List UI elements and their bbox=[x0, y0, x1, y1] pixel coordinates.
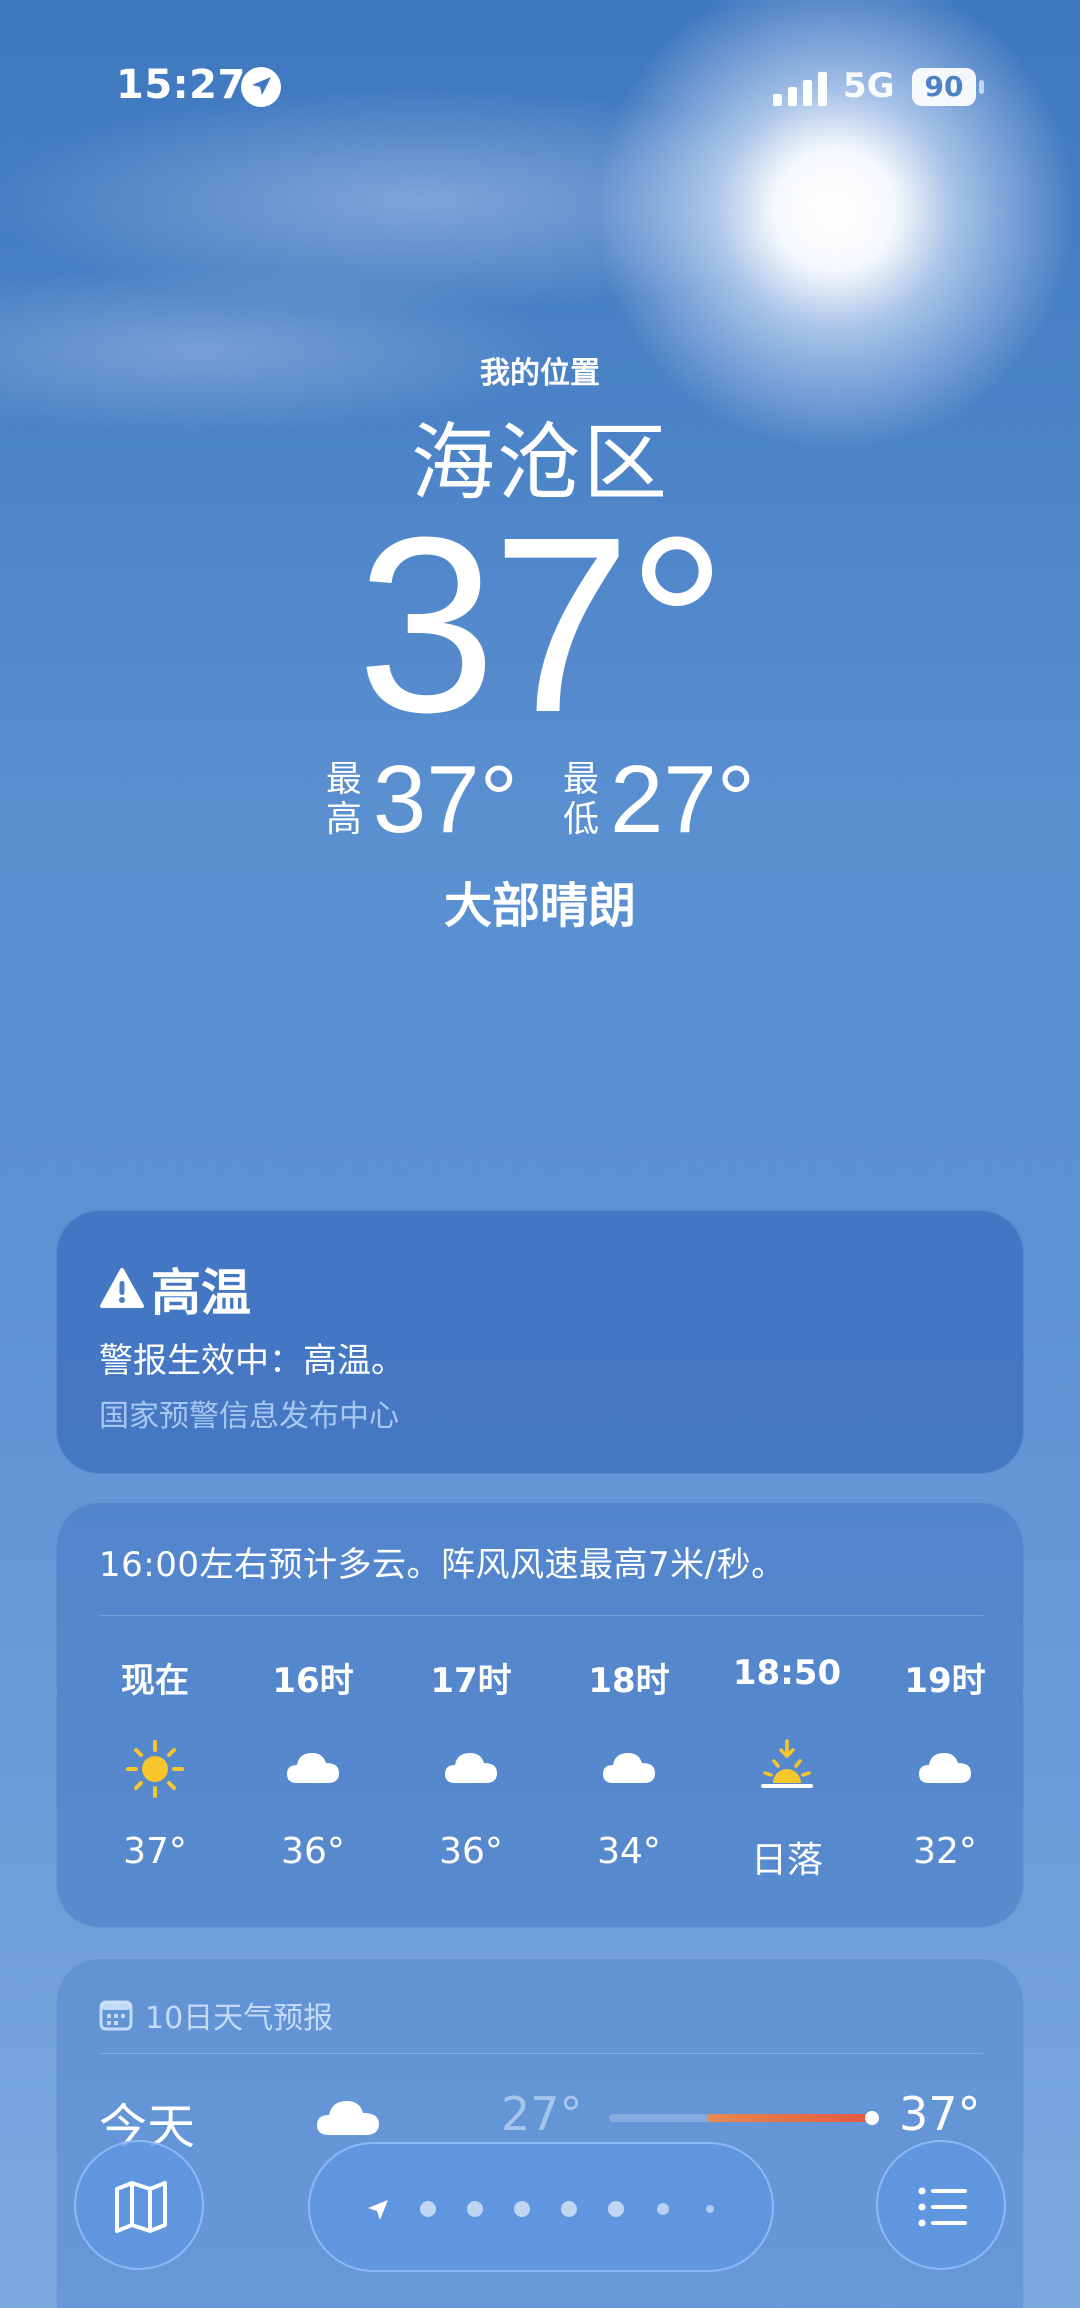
hour-temp: 日落 bbox=[750, 1840, 823, 1881]
hour-label: 17时 bbox=[430, 1661, 512, 1701]
high-low: 最 高 37° 最 低 27° bbox=[0, 750, 1080, 850]
hour-label: 现在 bbox=[121, 1661, 189, 1701]
high-value: 37° bbox=[372, 746, 518, 853]
hour-label: 16时 bbox=[272, 1661, 354, 1701]
divider bbox=[99, 2053, 983, 2054]
hour-item: 现在 37° bbox=[75, 1653, 235, 1913]
weather-condition: 大部晴朗 bbox=[443, 878, 636, 934]
sun-icon bbox=[126, 1740, 184, 1798]
hour-temp: 36° bbox=[281, 1831, 345, 1872]
page-dots bbox=[368, 2200, 714, 2220]
ten-day-header: 10日天气预报 bbox=[99, 1993, 333, 2037]
hour-temp: 34° bbox=[597, 1831, 661, 1872]
divider bbox=[99, 1615, 983, 1616]
hourly-row[interactable]: 现在 37° 16时 36° 17时 36° 18时 34° 18:50 日落 … bbox=[57, 1653, 1025, 1913]
low-value: 27° bbox=[610, 746, 756, 853]
hour-temp: 36° bbox=[439, 1831, 503, 1872]
cloud-icon bbox=[287, 1753, 339, 1783]
temperature-range-bar bbox=[609, 2111, 879, 2125]
cloud-icon bbox=[445, 1753, 497, 1783]
alert-body: 警报生效中：高温。 bbox=[99, 1341, 405, 1381]
alert-card[interactable]: 高温 警报生效中：高温。 国家预警信息发布中心 bbox=[56, 1210, 1024, 1474]
list-icon bbox=[918, 2187, 967, 2227]
low-label-bottom: 低 bbox=[562, 799, 599, 840]
hourly-forecast-card[interactable]: 16:00左右预计多云。阵风风速最高7米/秒。 现在 37° 16时 36° 1… bbox=[56, 1502, 1024, 1928]
map-icon bbox=[115, 2181, 167, 2233]
location-arrow-icon bbox=[241, 67, 281, 107]
hour-label: 18:50 bbox=[732, 1653, 842, 1693]
signal-icon bbox=[773, 72, 827, 106]
current-temp-dot bbox=[865, 2111, 879, 2125]
hour-temp: 37° bbox=[123, 1831, 187, 1872]
hourly-summary: 16:00左右预计多云。阵风风速最高7米/秒。 bbox=[99, 1545, 786, 1585]
network-type: 5G bbox=[843, 66, 895, 106]
hour-item: 16时 36° bbox=[233, 1653, 393, 1913]
ten-day-title: 10日天气预报 bbox=[145, 2001, 334, 2036]
battery-icon: 90 bbox=[912, 68, 984, 106]
hour-item: 18:50 日落 bbox=[707, 1653, 867, 1913]
map-button[interactable] bbox=[74, 2140, 204, 2270]
location-arrow-icon bbox=[368, 2200, 388, 2220]
low-label-top: 最 bbox=[562, 759, 599, 800]
hour-item: 18时 34° bbox=[549, 1653, 709, 1913]
page-indicator[interactable] bbox=[308, 2142, 774, 2272]
sunset-icon bbox=[761, 1739, 813, 1788]
alert-source: 国家预警信息发布中心 bbox=[99, 1399, 399, 1434]
cloud-icon bbox=[603, 1753, 655, 1783]
hour-label: 19时 bbox=[904, 1661, 986, 1701]
current-temperature: 37° bbox=[356, 485, 727, 764]
warning-icon bbox=[100, 1268, 144, 1308]
status-time: 15:27 bbox=[116, 62, 246, 108]
hour-item: 17时 36° bbox=[391, 1653, 551, 1913]
cloud-icon bbox=[919, 1753, 971, 1783]
hour-label: 18时 bbox=[588, 1661, 670, 1701]
high-label-bottom: 高 bbox=[325, 799, 362, 840]
battery-level: 90 bbox=[924, 70, 964, 103]
city-list-button[interactable] bbox=[876, 2140, 1006, 2270]
hour-item: 19时 32° bbox=[865, 1653, 1025, 1913]
temperature-range-fill bbox=[707, 2114, 879, 2122]
my-location-label: 我的位置 bbox=[480, 356, 600, 391]
alert-title: 高温 bbox=[151, 1264, 251, 1322]
calendar-icon bbox=[99, 2000, 133, 2031]
day-low-temp: 27° bbox=[501, 2087, 583, 2141]
low-temp: 最 低 27° bbox=[562, 752, 755, 848]
hour-temp: 32° bbox=[913, 1831, 977, 1872]
alert-title-row: 高温 bbox=[99, 1253, 251, 1325]
high-temp: 最 高 37° bbox=[325, 752, 518, 848]
cloud-icon bbox=[317, 2101, 379, 2135]
day-high-temp: 37° bbox=[899, 2087, 981, 2141]
high-label-top: 最 bbox=[325, 759, 362, 800]
